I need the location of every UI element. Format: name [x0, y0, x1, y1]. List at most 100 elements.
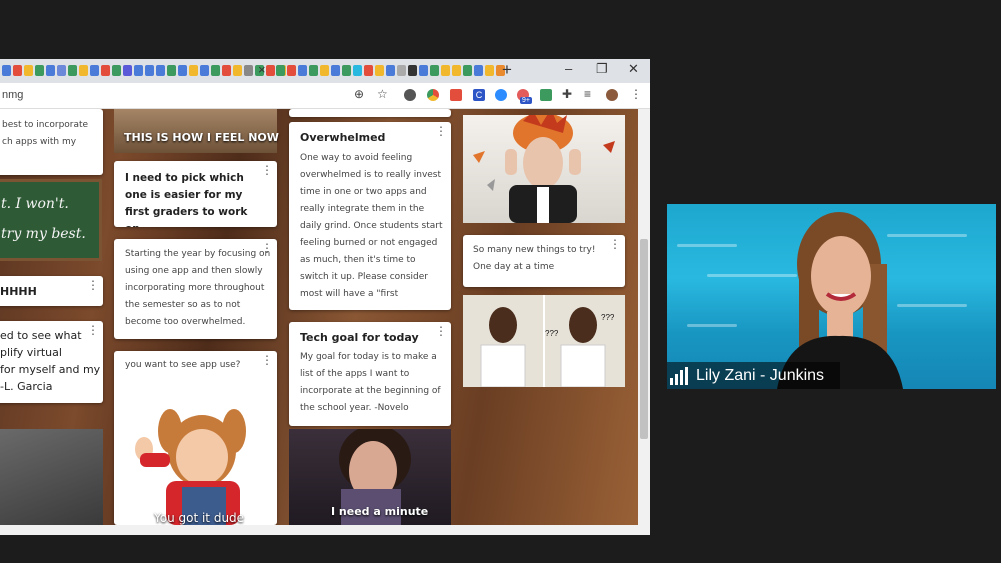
post-card[interactable]: you want to see app use? ⋮ You got it du… — [114, 351, 277, 525]
target-icon[interactable]: ⊕ — [354, 87, 364, 101]
tab-favicon[interactable] — [2, 65, 11, 76]
participant-video[interactable]: Lily Zani - Junkins — [667, 204, 996, 389]
puzzle-extensions-icon[interactable]: ✚ — [562, 87, 572, 101]
tab-favicon[interactable] — [35, 65, 44, 76]
tab-favicon[interactable] — [145, 65, 154, 76]
post-image[interactable]: ??? ??? — [463, 295, 625, 387]
tab-favicon[interactable] — [364, 65, 373, 76]
post-text: One way to avoid feeling overwhelmed is … — [300, 153, 443, 299]
restore-button[interactable]: ❐ — [596, 61, 608, 77]
post-menu-icon[interactable]: ⋮ — [435, 325, 447, 337]
post-menu-icon[interactable]: ⋮ — [261, 164, 273, 176]
tab-favicon[interactable] — [46, 65, 55, 76]
c-extension-icon[interactable]: C — [473, 89, 485, 101]
post-card[interactable]: Overwhelmed ⋮ One way to avoid feeling o… — [289, 122, 451, 310]
profile-avatar[interactable] — [606, 89, 618, 101]
tab-favicon[interactable] — [430, 65, 439, 76]
tab-favicon[interactable] — [13, 65, 22, 76]
tab-favicon[interactable] — [211, 65, 220, 76]
tab-favicon[interactable] — [386, 65, 395, 76]
tab-favicon[interactable] — [266, 65, 275, 76]
circle-extension-icon[interactable] — [404, 89, 416, 101]
playlist-icon[interactable]: ≡ — [584, 87, 591, 101]
tab-favicon[interactable] — [474, 65, 483, 76]
close-window-button[interactable]: ✕ — [628, 61, 639, 77]
post-menu-icon[interactable]: ⋮ — [609, 238, 621, 250]
tab-favicon[interactable] — [79, 65, 88, 76]
new-tab-button[interactable]: + — [502, 60, 512, 80]
star-icon[interactable]: ☆ — [377, 87, 388, 101]
tab-favicon[interactable] — [408, 65, 417, 76]
tab-strip: × + – ❐ ✕ — [0, 59, 650, 83]
post-menu-icon[interactable]: ⋮ — [87, 279, 99, 291]
tab-favicon[interactable] — [57, 65, 66, 76]
scrollbar-thumb[interactable] — [640, 239, 648, 439]
address-toolbar: nmg ⊕ ☆ C 9+ ✚ ≡ ⋮ — [0, 83, 650, 109]
post-card[interactable]: Tech goal for today ⋮ My goal for today … — [289, 322, 451, 426]
post-card[interactable]: HHHH ⋮ — [0, 276, 103, 306]
play-extension-icon[interactable] — [450, 89, 462, 101]
post-title: Overwhelmed — [300, 131, 386, 144]
tab-favicon[interactable] — [68, 65, 77, 76]
tab-favicon[interactable] — [200, 65, 209, 76]
minimize-button[interactable]: – — [565, 61, 572, 76]
chalk-line: t. I won't. — [1, 196, 69, 212]
tab-favicon[interactable] — [189, 65, 198, 76]
tab-favicon[interactable] — [320, 65, 329, 76]
tab-favicon[interactable] — [342, 65, 351, 76]
tab-favicon[interactable] — [101, 65, 110, 76]
tab-favicon[interactable] — [222, 65, 231, 76]
tab-favicon[interactable] — [156, 65, 165, 76]
post-card[interactable]: So many new things to try! One day at a … — [463, 235, 625, 287]
post-image[interactable] — [0, 429, 103, 525]
chalkboard-image[interactable]: t. I won't. try my best. — [0, 179, 102, 261]
tab-favicon[interactable] — [123, 65, 132, 76]
tab-favicon[interactable] — [441, 65, 450, 76]
post-image[interactable]: THIS IS HOW I FEEL NOW — [114, 109, 279, 153]
padlet-board[interactable]: best to incorporate ch apps with my t. I… — [0, 109, 638, 525]
tab-favicon[interactable] — [276, 65, 285, 76]
tab-favicon[interactable] — [298, 65, 307, 76]
pinned-tabs-left[interactable] — [2, 65, 286, 76]
post-menu-icon[interactable]: ⋮ — [261, 242, 273, 254]
tab-favicon[interactable] — [353, 65, 362, 76]
meme-mark: ??? — [601, 313, 615, 322]
post-menu-icon[interactable]: ⋮ — [435, 125, 447, 137]
tab-favicon[interactable] — [452, 65, 461, 76]
post-card[interactable]: ed to see what plify virtual for myself … — [0, 321, 103, 403]
tab-favicon[interactable] — [134, 65, 143, 76]
tab-favicon[interactable] — [244, 65, 253, 76]
more-menu-icon[interactable]: ⋮ — [630, 87, 642, 101]
tab-favicon[interactable] — [397, 65, 406, 76]
post-card[interactable]: I need to pick which one is easier for m… — [114, 161, 277, 227]
tab-favicon[interactable] — [419, 65, 428, 76]
tab-favicon[interactable] — [112, 65, 121, 76]
post-text: you want to see app use? — [125, 360, 241, 370]
tab-favicon[interactable] — [375, 65, 384, 76]
tab-favicon[interactable] — [331, 65, 340, 76]
address-bar[interactable]: nmg — [2, 89, 23, 101]
tab-favicon[interactable] — [287, 65, 296, 76]
tab-favicon[interactable] — [24, 65, 33, 76]
horizontal-scrollbar[interactable] — [0, 525, 650, 535]
screenshot-extension-icon[interactable] — [540, 89, 552, 101]
post-text: Starting the year by focusing on using o… — [125, 249, 271, 327]
tab-favicon[interactable] — [485, 65, 494, 76]
post-card[interactable] — [289, 109, 451, 117]
tab-favicon[interactable] — [463, 65, 472, 76]
tab-favicon[interactable] — [167, 65, 176, 76]
post-image[interactable]: I need a minute — [289, 429, 451, 525]
post-menu-icon[interactable]: ⋮ — [261, 354, 273, 366]
tab-favicon[interactable] — [233, 65, 242, 76]
post-card[interactable]: best to incorporate ch apps with my — [0, 109, 103, 175]
pinned-tabs-right[interactable] — [276, 65, 505, 76]
chrome-extension-icon[interactable] — [427, 89, 439, 101]
post-card[interactable]: Starting the year by focusing on using o… — [114, 239, 277, 339]
zoom-extension-icon[interactable] — [495, 89, 507, 101]
tab-favicon[interactable] — [309, 65, 318, 76]
tab-favicon[interactable] — [178, 65, 187, 76]
post-menu-icon[interactable]: ⋮ — [87, 324, 99, 336]
tab-close-icon[interactable]: × — [258, 62, 266, 77]
post-image[interactable] — [463, 115, 625, 223]
tab-favicon[interactable] — [90, 65, 99, 76]
